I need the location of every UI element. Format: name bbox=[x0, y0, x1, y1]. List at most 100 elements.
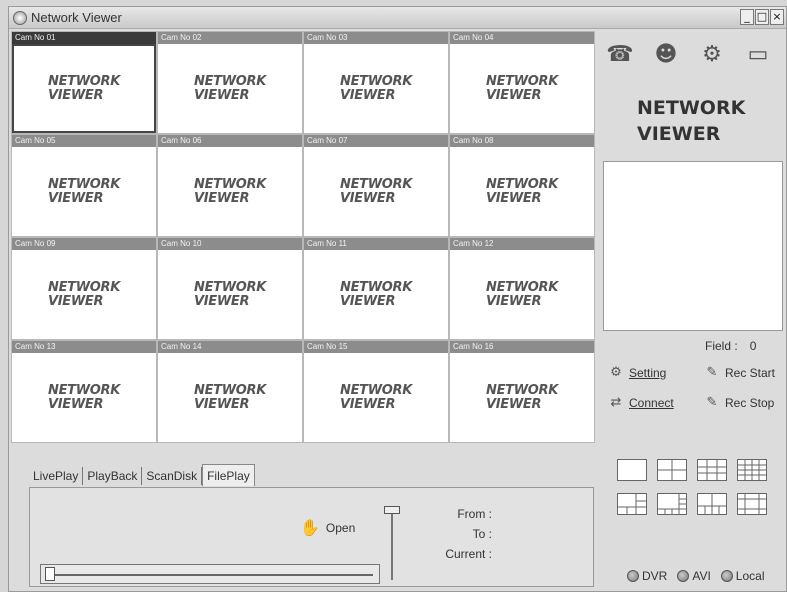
camera-tile[interactable]: Cam No 12 NETWORK VIEWER bbox=[449, 237, 595, 340]
camera-logo-line-2: VIEWER bbox=[47, 190, 104, 206]
rec-start-icon: ✎ bbox=[706, 365, 718, 380]
camera-view[interactable]: NETWORK VIEWER bbox=[158, 147, 302, 236]
camera-tile[interactable]: Cam No 03 NETWORK VIEWER bbox=[303, 31, 449, 134]
camera-tile[interactable]: Cam No 16 NETWORK VIEWER bbox=[449, 340, 595, 443]
camera-logo-line-2: VIEWER bbox=[47, 87, 104, 103]
camera-label: Cam No 02 bbox=[158, 32, 302, 44]
title-bar[interactable]: Network Viewer _ □ × bbox=[9, 7, 786, 29]
layout-3x3-button[interactable] bbox=[697, 459, 727, 481]
layout-1x1-button[interactable] bbox=[617, 459, 647, 481]
camera-tile[interactable]: Cam No 02 NETWORK VIEWER bbox=[157, 31, 303, 134]
camera-label: Cam No 04 bbox=[450, 32, 594, 44]
camera-logo-line-1: NETWORK bbox=[193, 279, 266, 295]
setting-button[interactable]: ⚙ Setting bbox=[609, 365, 666, 380]
source-local-radio[interactable]: Local bbox=[720, 569, 764, 583]
camera-tile[interactable]: Cam No 09 NETWORK VIEWER bbox=[11, 237, 157, 340]
camera-logo: NETWORK VIEWER bbox=[194, 74, 266, 103]
layout-2plus8-button[interactable] bbox=[697, 493, 727, 515]
camera-logo-line-1: NETWORK bbox=[339, 279, 412, 295]
open-label: Open bbox=[325, 520, 356, 535]
app-icon bbox=[13, 10, 27, 25]
camera-tile[interactable]: Cam No 13 NETWORK VIEWER bbox=[11, 340, 157, 443]
camera-view[interactable]: NETWORK VIEWER bbox=[304, 250, 448, 339]
camera-tile[interactable]: Cam No 15 NETWORK VIEWER bbox=[303, 340, 449, 443]
tab-playback[interactable]: PlayBack bbox=[83, 467, 143, 485]
speed-slider-thumb[interactable] bbox=[384, 506, 400, 514]
source-avi-radio[interactable]: AVI bbox=[677, 569, 711, 583]
position-slider[interactable] bbox=[40, 564, 380, 584]
cd-settings-icon[interactable]: ⚙ bbox=[695, 37, 729, 71]
to-label: To : bbox=[472, 527, 492, 541]
source-dvr-radio[interactable]: DVR bbox=[627, 569, 667, 583]
camera-view[interactable]: NETWORK VIEWER bbox=[450, 250, 594, 339]
layout-1plus7-button[interactable] bbox=[657, 493, 687, 515]
camera-label: Cam No 12 bbox=[450, 238, 594, 250]
camera-label: Cam No 11 bbox=[304, 238, 448, 250]
camera-label: Cam No 09 bbox=[12, 238, 156, 250]
connect-button[interactable]: ⇄ Connect bbox=[609, 395, 674, 410]
radio-dot-icon bbox=[677, 570, 690, 582]
maximize-button[interactable]: □ bbox=[755, 9, 769, 25]
layout-1plus12-button[interactable] bbox=[737, 493, 767, 515]
camera-label: Cam No 15 bbox=[304, 341, 448, 353]
field-readout: Field : 0 bbox=[705, 339, 756, 353]
camera-view[interactable]: NETWORK VIEWER bbox=[450, 44, 594, 133]
camera-tile[interactable]: Cam No 04 NETWORK VIEWER bbox=[449, 31, 595, 134]
layout-2x2-button[interactable] bbox=[657, 459, 687, 481]
camera-view[interactable]: NETWORK VIEWER bbox=[304, 353, 448, 442]
camera-tile[interactable]: Cam No 11 NETWORK VIEWER bbox=[303, 237, 449, 340]
camera-logo-line-2: VIEWER bbox=[339, 190, 396, 206]
right-panel: ☎ ☻ ⚙ ▭ NETWORK VIEWER Field : 0 ⚙ Settin… bbox=[597, 31, 786, 591]
layout-1plus5-icon bbox=[618, 494, 646, 514]
camera-logo-line-2: VIEWER bbox=[485, 293, 542, 309]
layout-1plus5-button[interactable] bbox=[617, 493, 647, 515]
camera-view[interactable]: NETWORK VIEWER bbox=[158, 353, 302, 442]
camera-view[interactable]: NETWORK VIEWER bbox=[158, 250, 302, 339]
camera-view[interactable]: NETWORK VIEWER bbox=[12, 44, 156, 133]
camera-logo-line-1: NETWORK bbox=[47, 73, 120, 89]
camera-tile[interactable]: Cam No 05 NETWORK VIEWER bbox=[11, 134, 157, 237]
camera-logo-line-2: VIEWER bbox=[339, 396, 396, 412]
open-button[interactable]: ✋ Open bbox=[300, 518, 355, 537]
camera-logo-line-2: VIEWER bbox=[339, 87, 396, 103]
camera-view[interactable]: NETWORK VIEWER bbox=[304, 44, 448, 133]
speed-slider[interactable] bbox=[382, 506, 402, 581]
tab-bar: LivePlay PlayBack ScanDisk FilePlay bbox=[29, 464, 255, 489]
close-button[interactable]: × bbox=[770, 9, 784, 25]
camera-tile[interactable]: Cam No 14 NETWORK VIEWER bbox=[157, 340, 303, 443]
camera-view[interactable]: NETWORK VIEWER bbox=[450, 353, 594, 442]
camera-tile[interactable]: Cam No 06 NETWORK VIEWER bbox=[157, 134, 303, 237]
layout-4x4-button[interactable] bbox=[737, 459, 767, 481]
position-slider-handle[interactable] bbox=[45, 567, 55, 581]
camera-logo-line-1: NETWORK bbox=[339, 176, 412, 192]
tab-fileplay[interactable]: FilePlay bbox=[202, 464, 255, 486]
camera-tile[interactable]: Cam No 08 NETWORK VIEWER bbox=[449, 134, 595, 237]
tab-scandisk[interactable]: ScanDisk bbox=[142, 467, 203, 485]
camera-view[interactable]: NETWORK VIEWER bbox=[304, 147, 448, 236]
camera-tile[interactable]: Cam No 07 NETWORK VIEWER bbox=[303, 134, 449, 237]
tab-liveplay[interactable]: LivePlay bbox=[29, 467, 84, 485]
minimize-button[interactable]: _ bbox=[740, 9, 754, 25]
camera-view[interactable]: NETWORK VIEWER bbox=[158, 44, 302, 133]
camera-view[interactable]: NETWORK VIEWER bbox=[450, 147, 594, 236]
camera-logo: NETWORK VIEWER bbox=[339, 279, 412, 309]
camera-view[interactable]: NETWORK VIEWER bbox=[12, 250, 156, 339]
camera-logo-line-2: VIEWER bbox=[47, 396, 104, 412]
person-icon[interactable]: ☻ bbox=[649, 37, 683, 71]
camera-view[interactable]: NETWORK VIEWER bbox=[12, 353, 156, 442]
rec-stop-button[interactable]: ✎ Rec Stop bbox=[705, 395, 775, 410]
camera-label: Cam No 01 bbox=[12, 32, 156, 44]
layout-1x1-icon bbox=[618, 460, 646, 480]
position-slider-track bbox=[49, 574, 373, 576]
camera-tile[interactable]: Cam No 01 NETWORK VIEWER bbox=[11, 31, 157, 134]
fax-icon[interactable]: ☎ bbox=[603, 37, 637, 71]
rec-start-button[interactable]: ✎ Rec Start bbox=[705, 365, 775, 380]
speed-slider-track bbox=[391, 512, 393, 580]
camera-tile[interactable]: Cam No 10 NETWORK VIEWER bbox=[157, 237, 303, 340]
camera-view[interactable]: NETWORK VIEWER bbox=[12, 147, 156, 236]
radio-dot-icon bbox=[720, 570, 733, 582]
dvr-icon[interactable]: ▭ bbox=[741, 37, 775, 71]
camera-logo: NETWORK VIEWER bbox=[47, 177, 120, 206]
camera-logo: NETWORK VIEWER bbox=[486, 383, 558, 412]
camera-logo-line-2: VIEWER bbox=[485, 87, 542, 103]
